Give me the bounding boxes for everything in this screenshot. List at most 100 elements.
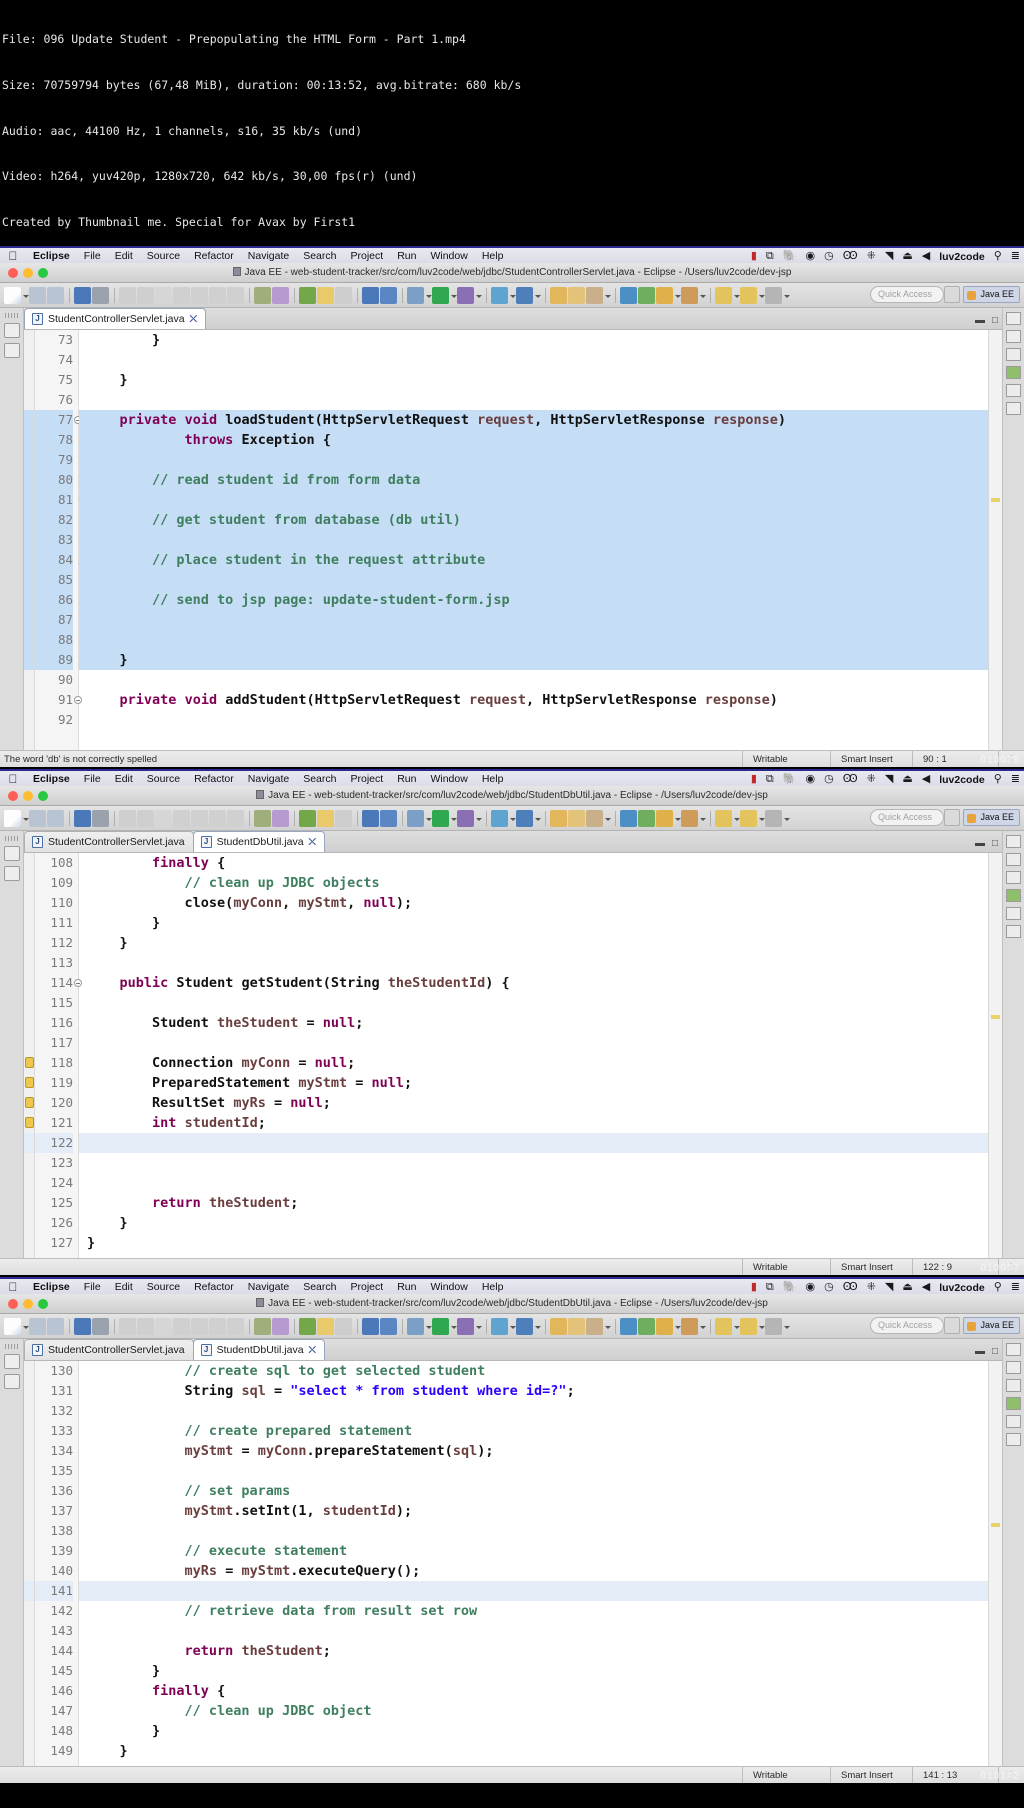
code-line[interactable]: // clean up JDBC objects	[79, 873, 988, 893]
step-into-button[interactable]	[191, 286, 208, 304]
snippets-view-icon[interactable]	[1006, 1397, 1021, 1411]
rail-drag-handle[interactable]	[4, 836, 19, 842]
dropbox-icon[interactable]: ⁜	[867, 1282, 876, 1293]
code-line[interactable]: myRs = myStmt.executeQuery();	[79, 1561, 988, 1581]
forward-nav-button-dropdown[interactable]	[733, 810, 740, 827]
close-icon[interactable]: ⛌	[190, 314, 197, 325]
code-line[interactable]	[79, 490, 988, 511]
code-line[interactable]	[79, 1621, 988, 1641]
profile-button[interactable]	[457, 286, 474, 304]
timemachine-icon[interactable]: ◷	[824, 1282, 834, 1293]
open-folder-button[interactable]	[568, 286, 585, 304]
code-text-area[interactable]: } } private void loadStudent(HttpServlet…	[79, 330, 988, 750]
new-file-button[interactable]	[4, 1317, 21, 1335]
import-button[interactable]	[638, 1317, 655, 1335]
download-button[interactable]	[656, 286, 673, 304]
no-edit-button[interactable]	[92, 286, 109, 304]
maximize-icon[interactable]: □	[992, 1346, 998, 1357]
rail-drag-handle[interactable]	[4, 1344, 19, 1350]
code-line[interactable]	[79, 630, 988, 651]
code-line[interactable]: ResultSet myRs = null;	[79, 1093, 988, 1113]
code-line[interactable]: }	[79, 370, 988, 390]
code-line[interactable]: myStmt = myConn.prepareStatement(sql);	[79, 1441, 988, 1461]
task-list-icon[interactable]	[1006, 1361, 1021, 1375]
menu-item-eclipse[interactable]: Eclipse	[26, 250, 77, 262]
code-line[interactable]: private void loadStudent(HttpServletRequ…	[79, 410, 988, 431]
code-line[interactable]	[79, 390, 988, 410]
save-all-button[interactable]	[47, 809, 64, 827]
outline-view-icon[interactable]	[1006, 835, 1021, 849]
editor-tab-1[interactable]: J StudentDbUtil.java ⛌	[192, 1339, 325, 1361]
screenshot-icon[interactable]: ⧉	[766, 1282, 774, 1293]
quick-access-input[interactable]: Quick Access	[870, 809, 944, 827]
download-button-dropdown[interactable]	[674, 287, 681, 304]
code-line[interactable]: String sql = "select * from student wher…	[79, 1381, 988, 1401]
spotlight-search-icon[interactable]: ⚲	[994, 774, 1002, 785]
code-line[interactable]: }	[79, 330, 988, 350]
back-nav-button[interactable]	[740, 1317, 757, 1335]
toggle-markers-button[interactable]	[254, 1317, 271, 1335]
close-icon[interactable]: ⛌	[309, 1345, 316, 1356]
menu-item-source[interactable]: Source	[140, 250, 187, 262]
new-project-button[interactable]	[550, 1317, 567, 1335]
toggle-block-button[interactable]	[299, 809, 316, 827]
back-nav-button-dropdown[interactable]	[758, 287, 765, 304]
profile-button-dropdown[interactable]	[475, 287, 482, 304]
open-task-button[interactable]	[380, 1317, 397, 1335]
code-text-area[interactable]: finally { // clean up JDBC objects close…	[79, 853, 988, 1258]
menu-item-navigate[interactable]: Navigate	[241, 773, 296, 785]
menu-item-refactor[interactable]: Refactor	[187, 773, 241, 785]
open-type-button[interactable]	[362, 809, 379, 827]
code-line[interactable]: close(myConn, myStmt, null);	[79, 893, 988, 913]
person-button-dropdown[interactable]	[699, 287, 706, 304]
menu-item-help[interactable]: Help	[475, 1281, 511, 1293]
code-line[interactable]: private void addStudent(HttpServletReque…	[79, 690, 988, 710]
code-line[interactable]: }	[79, 913, 988, 933]
debug-server-button[interactable]	[516, 1317, 533, 1335]
menu-item-search[interactable]: Search	[296, 1281, 343, 1293]
marker-gutter[interactable]	[24, 1361, 35, 1767]
new-file-button[interactable]	[4, 809, 21, 827]
accessibility-icon[interactable]: ◉	[805, 774, 815, 785]
code-line[interactable]: // set params	[79, 1481, 988, 1501]
code-line[interactable]: PreparedStatement myStmt = null;	[79, 1073, 988, 1093]
menu-item-edit[interactable]: Edit	[108, 250, 140, 262]
run-server-button-dropdown[interactable]	[509, 810, 516, 827]
console-button[interactable]	[74, 809, 91, 827]
debug-button[interactable]	[407, 286, 424, 304]
pause-button[interactable]	[137, 286, 154, 304]
code-line[interactable]	[79, 1133, 988, 1154]
save-all-button[interactable]	[47, 286, 64, 304]
menu-item-source[interactable]: Source	[140, 773, 187, 785]
toggle-markers-button[interactable]	[254, 286, 271, 304]
debug-button-dropdown[interactable]	[425, 287, 432, 304]
person-button-dropdown[interactable]	[699, 1318, 706, 1335]
film-icon[interactable]: ▮	[751, 774, 757, 785]
console-view-icon[interactable]	[1006, 1433, 1021, 1447]
person-button[interactable]	[681, 809, 698, 827]
status-resize-grip[interactable]: ⋮	[998, 751, 1024, 768]
dropbox-icon[interactable]: ⁜	[867, 774, 876, 785]
step-into-button[interactable]	[191, 809, 208, 827]
quick-access-input[interactable]: Quick Access	[870, 286, 944, 304]
next-annotation-button-dropdown[interactable]	[783, 1318, 790, 1335]
back-nav-button-dropdown[interactable]	[758, 1318, 765, 1335]
evernote-icon[interactable]: 🐘	[783, 1282, 797, 1293]
editor-overview-ruler[interactable]	[988, 1361, 1002, 1767]
menu-item-project[interactable]: Project	[344, 773, 391, 785]
open-perspective-button[interactable]	[944, 286, 961, 304]
menu-item-search[interactable]: Search	[296, 250, 343, 262]
code-line[interactable]: // execute statement	[79, 1541, 988, 1561]
console-view-icon[interactable]	[1006, 925, 1021, 939]
minimize-icon[interactable]: ▬	[975, 315, 985, 326]
web-browser-button[interactable]	[620, 286, 637, 304]
search-wand-button[interactable]	[586, 809, 603, 827]
notification-center-icon[interactable]: ≣	[1011, 774, 1020, 785]
save-button[interactable]	[29, 1317, 46, 1335]
spotlight-search-icon[interactable]: ⚲	[994, 251, 1002, 262]
save-button[interactable]	[29, 286, 46, 304]
code-line[interactable]	[79, 1401, 988, 1421]
debug-button-dropdown[interactable]	[425, 1318, 432, 1335]
download-button[interactable]	[656, 1317, 673, 1335]
next-annotation-button-dropdown[interactable]	[783, 287, 790, 304]
